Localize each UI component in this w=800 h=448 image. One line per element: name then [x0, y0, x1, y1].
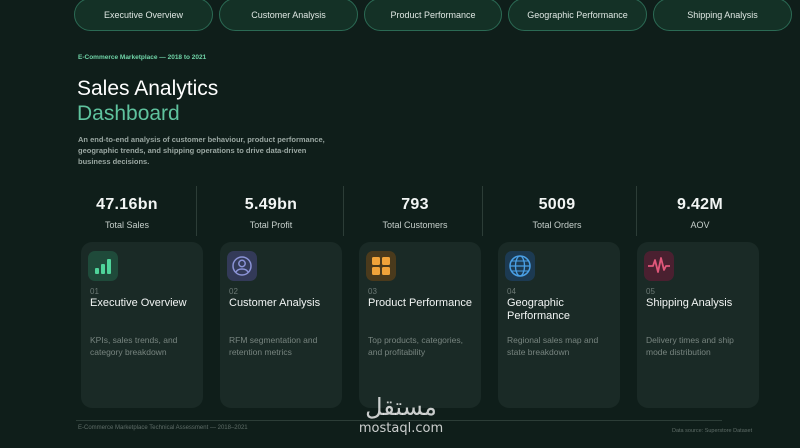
card-description: RFM segmentation and retention metrics [229, 335, 318, 357]
card-description: KPIs, sales trends, and category breakdo… [90, 335, 178, 357]
kpi-value: 793 [401, 196, 429, 213]
kpi-total-customers: 793 Total Customers [360, 186, 470, 234]
card-number: 05 [646, 287, 655, 296]
card-description: Top products, categories, and profitabil… [368, 335, 463, 357]
tab-executive-overview[interactable]: Executive Overview [74, 0, 213, 31]
watermark-arabic-text: مستقل [365, 393, 437, 421]
card-title: Geographic Performance [507, 297, 570, 322]
page-subtitle: Dashboard [77, 102, 180, 125]
card-title: Customer Analysis [229, 297, 321, 309]
tab-shipping-analysis[interactable]: Shipping Analysis [653, 0, 792, 31]
kpi-aov: 9.42M AOV [646, 186, 754, 234]
card-product-performance[interactable]: 03 Product Performance Top products, cat… [359, 242, 481, 408]
watermark-logo: مستقل mostaql.com [346, 393, 456, 436]
card-description: Regional sales map and state breakdown [507, 335, 599, 357]
tab-product-performance[interactable]: Product Performance [364, 0, 502, 31]
kpi-total-profit: 5.49bn Total Profit [214, 186, 328, 234]
kpi-total-orders: 5009 Total Orders [500, 186, 614, 234]
kpi-label: Total Profit [249, 220, 293, 230]
card-description: Delivery times and ship mode distributio… [646, 335, 734, 357]
card-number: 01 [90, 287, 99, 296]
kpi-divider [636, 186, 637, 236]
kpi-label: Total Customers [382, 220, 448, 230]
page-title: Sales Analytics [77, 77, 219, 100]
eyebrow-label: E-Commerce Marketplace — 2018 to 2021 [78, 54, 207, 61]
kpi-value: 5009 [538, 196, 576, 213]
card-number: 02 [229, 287, 238, 296]
footer-data-source: Data source: Superstore Dataset [672, 428, 753, 434]
top-navigation: Executive Overview Customer Analysis Pro… [0, 0, 800, 32]
kpi-divider [196, 186, 197, 236]
kpi-value: 9.42M [677, 196, 723, 213]
user-icon [227, 251, 257, 281]
card-geographic-performance[interactable]: 04 Geographic Performance Regional sales… [498, 242, 620, 408]
card-title: Shipping Analysis [646, 297, 733, 309]
card-number: 03 [368, 287, 377, 296]
kpi-total-sales: 47.16bn Total Sales [78, 186, 176, 234]
footer-caption: E-Commerce Marketplace Technical Assessm… [78, 425, 248, 431]
pulse-icon [644, 251, 674, 281]
card-shipping-analysis[interactable]: 05 Shipping Analysis Delivery times and … [637, 242, 759, 408]
card-title: Product Performance [368, 297, 472, 309]
card-title: Executive Overview [90, 297, 187, 309]
card-number: 04 [507, 287, 516, 296]
card-customer-analysis[interactable]: 02 Customer Analysis RFM segmentation an… [220, 242, 342, 408]
tab-customer-analysis[interactable]: Customer Analysis [219, 0, 358, 31]
kpi-label: Total Orders [532, 220, 582, 230]
globe-icon [505, 251, 535, 281]
watermark-latin-text: mostaql.com [358, 421, 444, 436]
kpi-label: Total Sales [104, 220, 150, 230]
kpi-divider [343, 186, 344, 236]
kpi-divider [482, 186, 483, 236]
card-executive-overview[interactable]: 01 Executive Overview KPIs, sales trends… [81, 242, 203, 408]
grid-icon [366, 251, 396, 281]
kpi-value: 47.16bn [96, 196, 158, 213]
bar-chart-icon [88, 251, 118, 281]
tab-geographic-performance[interactable]: Geographic Performance [508, 0, 647, 31]
kpi-value: 5.49bn [244, 196, 298, 213]
kpi-label: AOV [690, 220, 710, 230]
page-description: An end-to-end analysis of customer behav… [78, 135, 325, 166]
